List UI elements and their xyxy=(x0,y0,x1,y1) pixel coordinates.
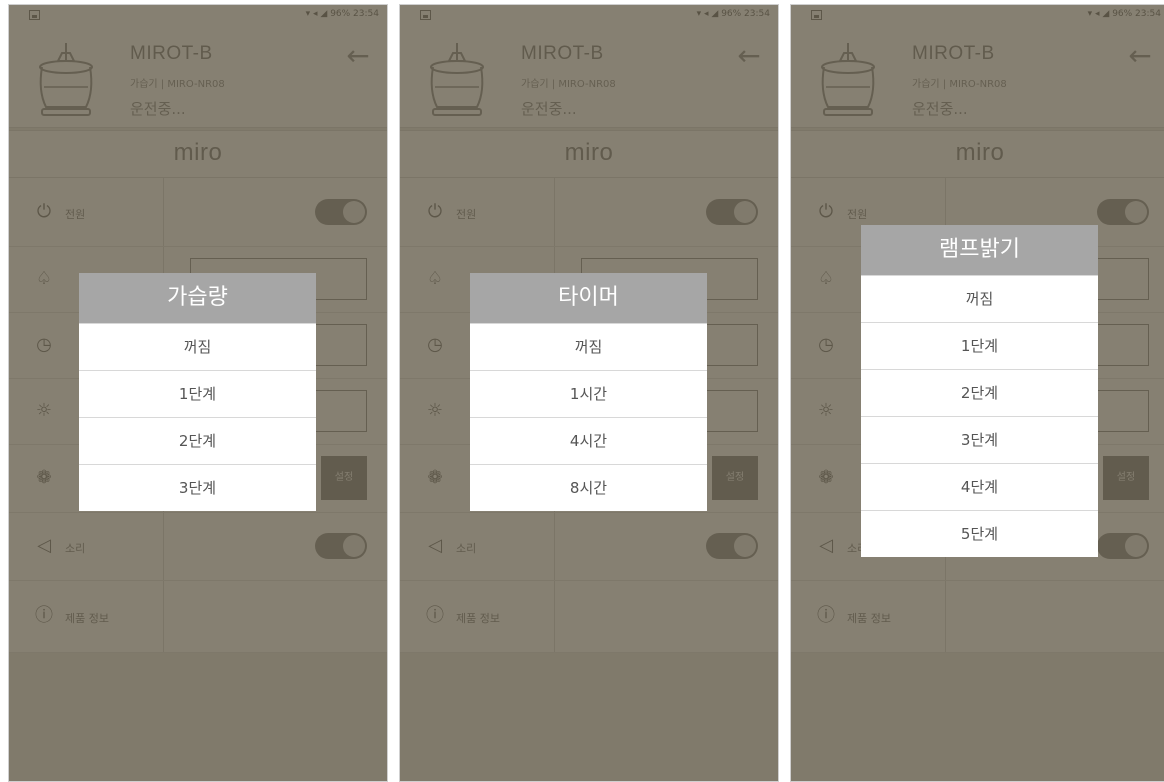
selection-dialog: 타이머 꺼짐 1시간 4시간 8시간 xyxy=(470,273,707,511)
dialog-option[interactable]: 2단계 xyxy=(861,369,1098,416)
dialog-title: 램프밝기 xyxy=(861,225,1098,275)
dialog-title: 타이머 xyxy=(470,273,707,323)
dialog-option[interactable]: 1단계 xyxy=(861,322,1098,369)
dialog-option[interactable]: 3단계 xyxy=(79,464,316,511)
dialog-option[interactable]: 2단계 xyxy=(79,417,316,464)
dialog-option[interactable]: 꺼짐 xyxy=(470,323,707,370)
selection-dialog: 가습량 꺼짐 1단계 2단계 3단계 xyxy=(79,273,316,511)
dialog-option[interactable]: 4시간 xyxy=(470,417,707,464)
dialog-option[interactable]: 꺼짐 xyxy=(79,323,316,370)
dialog-option[interactable]: 꺼짐 xyxy=(861,275,1098,322)
selection-dialog: 램프밝기 꺼짐 1단계 2단계 3단계 4단계 5단계 xyxy=(861,225,1098,557)
dialog-option[interactable]: 5단계 xyxy=(861,510,1098,557)
phone-screen: ▾ ◂ ◢ 96% 23:54 MIROT-B 가습기 | MIRO-NR08 … xyxy=(791,5,1164,781)
dialog-title: 가습량 xyxy=(79,273,316,323)
dialog-option[interactable]: 4단계 xyxy=(861,463,1098,510)
dialog-option[interactable]: 1단계 xyxy=(79,370,316,417)
dialog-option[interactable]: 8시간 xyxy=(470,464,707,511)
dialog-option[interactable]: 3단계 xyxy=(861,416,1098,463)
phone-screen: ▾ ◂ ◢ 96% 23:54 MIROT-B 가습기 | MIRO-NR08 … xyxy=(9,5,387,781)
phone-screen: ▾ ◂ ◢ 96% 23:54 MIROT-B 가습기 | MIRO-NR08 … xyxy=(400,5,778,781)
dialog-option[interactable]: 1시간 xyxy=(470,370,707,417)
